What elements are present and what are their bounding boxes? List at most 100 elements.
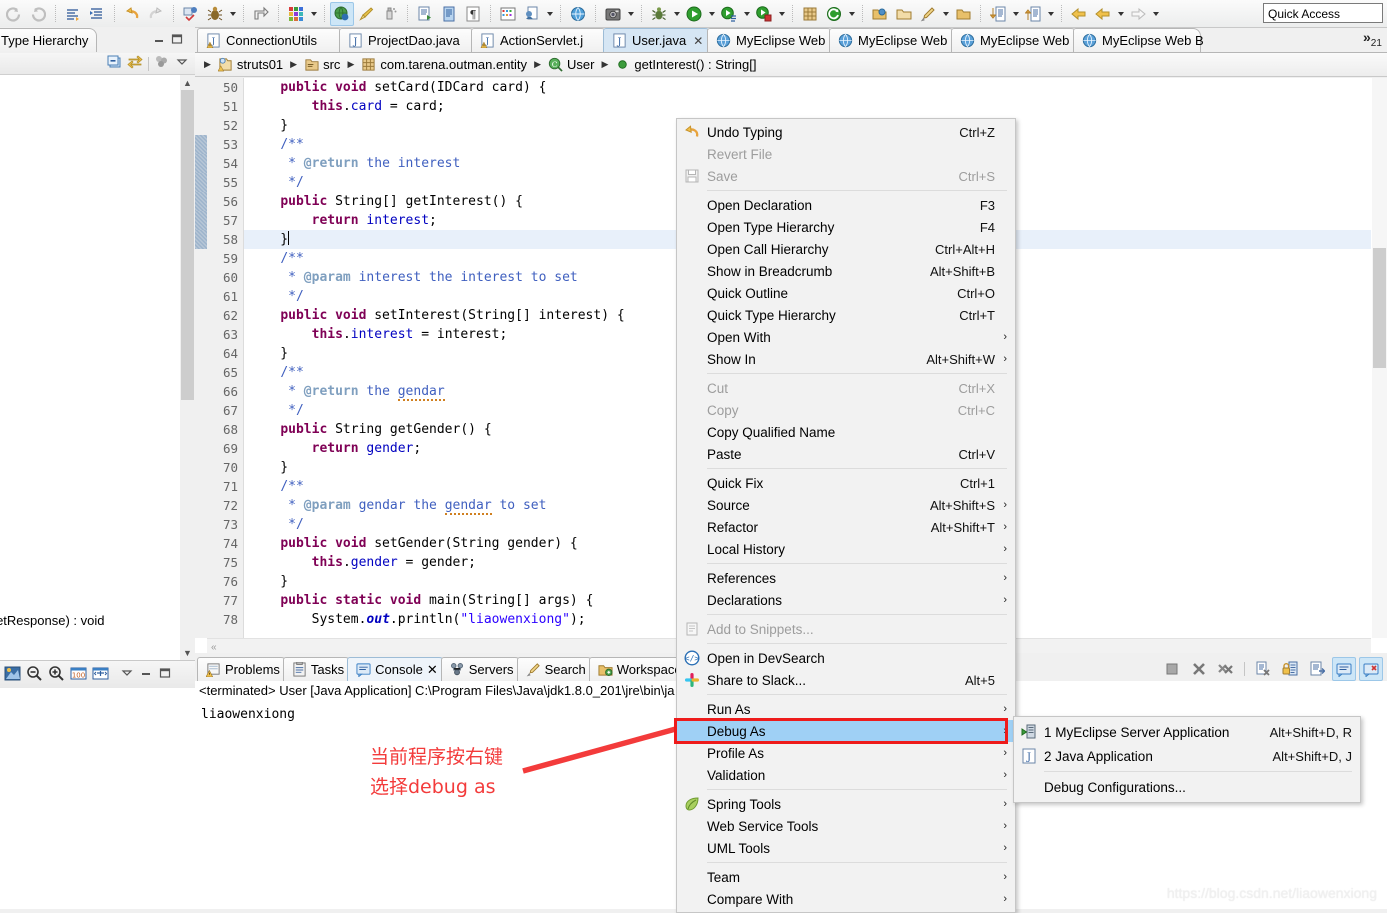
matrix-icon[interactable] bbox=[496, 2, 520, 26]
doc-blue-icon[interactable] bbox=[437, 2, 461, 26]
scroll-down-icon[interactable]: ▼ bbox=[180, 645, 195, 660]
menu-item-compare-with[interactable]: Compare With › bbox=[677, 888, 1015, 910]
scroll-lock-icon[interactable] bbox=[1278, 657, 1302, 681]
chevron-down-icon[interactable] bbox=[227, 3, 238, 25]
menu-item-show-in-breadcrumb[interactable]: Show in Breadcrumb Alt+Shift+B bbox=[677, 260, 1015, 282]
outline-view-body[interactable] bbox=[0, 688, 196, 909]
open-folder-icon[interactable] bbox=[868, 2, 892, 26]
tab-overflow-indicator[interactable]: »21 bbox=[1363, 29, 1387, 52]
breadcrumb-item-struts01[interactable]: struts01 bbox=[217, 57, 283, 72]
debug-as-submenu[interactable]: 1 MyEclipse Server Application Alt+Shift+… bbox=[1013, 716, 1361, 803]
chevron-down-icon[interactable] bbox=[1010, 3, 1021, 25]
scroll-left-icon[interactable]: « bbox=[211, 642, 217, 653]
code-line[interactable]: public void setCard(IDCard card) { bbox=[244, 78, 1371, 97]
menu-item-show-in[interactable]: Show In Alt+Shift+W › bbox=[677, 348, 1015, 370]
run-config-icon[interactable] bbox=[717, 2, 741, 26]
view-tab-problems[interactable]: Problems bbox=[197, 657, 289, 681]
camera-icon[interactable] bbox=[601, 2, 625, 26]
back-yellow-icon[interactable] bbox=[1067, 2, 1091, 26]
editor-tab-myeclipse-web-b[interactable]: MyEclipse Web B bbox=[829, 28, 960, 52]
editor-tab-connectionutils[interactable]: J ConnectionUtils bbox=[197, 28, 345, 52]
refresh-circle-icon[interactable] bbox=[822, 2, 846, 26]
swap-icon[interactable] bbox=[127, 54, 143, 73]
editor-tab-myeclipse-web-b[interactable]: MyEclipse Web B bbox=[1073, 28, 1204, 52]
scrollbar-thumb[interactable] bbox=[1373, 248, 1386, 368]
chevron-down-icon[interactable] bbox=[706, 3, 717, 25]
submenu-item-1-myeclipse-server-application[interactable]: 1 MyEclipse Server Application Alt+Shift+… bbox=[1014, 720, 1360, 744]
view-tab-tasks[interactable]: Tasks bbox=[282, 657, 354, 681]
menu-item-open-type-hierarchy[interactable]: Open Type Hierarchy F4 bbox=[677, 216, 1015, 238]
menu-item-debug-as[interactable]: Debug As › bbox=[674, 718, 1015, 744]
scroll-up-icon[interactable]: ▲ bbox=[180, 75, 195, 90]
pencil-icon[interactable] bbox=[916, 2, 940, 26]
chevron-down-icon[interactable] bbox=[308, 3, 319, 25]
menu-item-quick-fix[interactable]: Quick Fix Ctrl+1 bbox=[677, 472, 1015, 494]
prev-marker-icon[interactable] bbox=[1021, 2, 1045, 26]
chevron-down-icon[interactable] bbox=[1150, 3, 1161, 25]
format-block-icon[interactable] bbox=[85, 2, 109, 26]
forward-arrow-icon[interactable] bbox=[26, 2, 50, 26]
breadcrumb[interactable]: ▶ struts01 ▶ src ▶ com.tarena.outman.entity ▶ C… bbox=[195, 52, 1387, 77]
menu-item-undo-typing[interactable]: Undo Typing Ctrl+Z bbox=[677, 121, 1015, 143]
breadcrumb-item-getinterest-string[interactable]: getInterest() : String[] bbox=[615, 57, 756, 72]
menu-item-profile-as[interactable]: Profile As › bbox=[677, 742, 1015, 764]
chevron-down-icon[interactable] bbox=[671, 3, 682, 25]
brush-icon[interactable] bbox=[354, 2, 378, 26]
close-icon[interactable]: ✕ bbox=[693, 34, 703, 48]
editor-vertical-scrollbar[interactable] bbox=[1372, 78, 1387, 638]
back-arrow-icon[interactable] bbox=[2, 2, 26, 26]
next-edit-icon[interactable] bbox=[1126, 2, 1150, 26]
menu-item-refactor[interactable]: Refactor Alt+Shift+T › bbox=[677, 516, 1015, 538]
chevron-down-icon[interactable] bbox=[940, 3, 951, 25]
submenu-item-debug-configurations[interactable]: Debug Configurations... bbox=[1014, 775, 1360, 799]
layout-icon[interactable] bbox=[4, 665, 21, 685]
folder-icon[interactable] bbox=[892, 2, 916, 26]
chevron-down-icon[interactable] bbox=[544, 3, 555, 25]
menu-item-uml-tools[interactable]: UML Tools › bbox=[677, 837, 1015, 859]
menu-item-web-service-tools[interactable]: Web Service Tools › bbox=[677, 815, 1015, 837]
menu-item-run-as[interactable]: Run As › bbox=[677, 698, 1015, 720]
menu-item-open-with[interactable]: Open With › bbox=[677, 326, 1015, 348]
view-menu-icon[interactable] bbox=[175, 55, 189, 72]
menu-item-references[interactable]: References › bbox=[677, 567, 1015, 589]
editor-tab-myeclipse-web-b[interactable]: MyEclipse Web B bbox=[951, 28, 1082, 52]
terminate-icon[interactable] bbox=[1160, 657, 1184, 681]
tree-item-method[interactable]: ttpServletResponse) : void bbox=[0, 613, 104, 628]
chevron-down-icon[interactable] bbox=[1115, 3, 1126, 25]
menu-item-open-call-hierarchy[interactable]: Open Call Hierarchy Ctrl+Alt+H bbox=[677, 238, 1015, 260]
editor-overview-ruler[interactable] bbox=[1355, 78, 1369, 638]
menu-item-open-declaration[interactable]: Open Declaration F3 bbox=[677, 194, 1015, 216]
breadcrumb-item-user[interactable]: C User bbox=[548, 57, 594, 72]
tab-type-hierarchy[interactable]: Type Hierarchy bbox=[0, 28, 98, 52]
myeclipse-globe-icon[interactable] bbox=[330, 1, 354, 26]
editor-tab-user-java[interactable]: J User.java ✕ bbox=[603, 28, 713, 52]
type-hierarchy-tree[interactable]: ttpServletResponse) : void bbox=[0, 75, 181, 660]
format-lines-icon[interactable] bbox=[61, 2, 85, 26]
clear-console-icon[interactable] bbox=[1251, 657, 1275, 681]
chevron-down-icon[interactable] bbox=[1045, 3, 1056, 25]
remove-launch-icon[interactable] bbox=[1187, 657, 1211, 681]
code-line[interactable]: this.card = card; bbox=[244, 97, 1371, 116]
menu-item-quick-outline[interactable]: Quick Outline Ctrl+O bbox=[677, 282, 1015, 304]
undo-icon[interactable] bbox=[120, 2, 144, 26]
chevron-down-icon[interactable] bbox=[741, 3, 752, 25]
breadcrumb-item-com-tarena-outman-entity[interactable]: com.tarena.outman.entity bbox=[361, 57, 527, 72]
new-table-icon[interactable] bbox=[798, 2, 822, 26]
pin-console-icon[interactable] bbox=[1305, 657, 1329, 681]
minimize-icon[interactable] bbox=[139, 666, 153, 683]
open-console-icon[interactable] bbox=[1359, 657, 1383, 681]
ant-build-icon[interactable] bbox=[203, 2, 227, 26]
prev-edit-icon[interactable] bbox=[1091, 2, 1115, 26]
grid-icon[interactable] bbox=[284, 2, 308, 26]
editor-tab-actionservlet-j[interactable]: J ActionServlet.j bbox=[471, 28, 609, 52]
menu-item-team[interactable]: Team › bbox=[677, 866, 1015, 888]
pilcrow-icon[interactable]: ¶ bbox=[461, 2, 485, 26]
menu-item-copy-qualified-name[interactable]: Copy Qualified Name bbox=[677, 421, 1015, 443]
chevron-down-icon[interactable] bbox=[625, 3, 636, 25]
menu-item-local-history[interactable]: Local History › bbox=[677, 538, 1015, 560]
menu-item-quick-type-hierarchy[interactable]: Quick Type Hierarchy Ctrl+T bbox=[677, 304, 1015, 326]
deploy-icon[interactable] bbox=[249, 2, 273, 26]
editor-tab-projectdao-java[interactable]: J ProjectDao.java bbox=[339, 28, 477, 52]
menu-item-spring-tools[interactable]: Spring Tools › bbox=[677, 793, 1015, 815]
preview-icon[interactable] bbox=[520, 2, 544, 26]
